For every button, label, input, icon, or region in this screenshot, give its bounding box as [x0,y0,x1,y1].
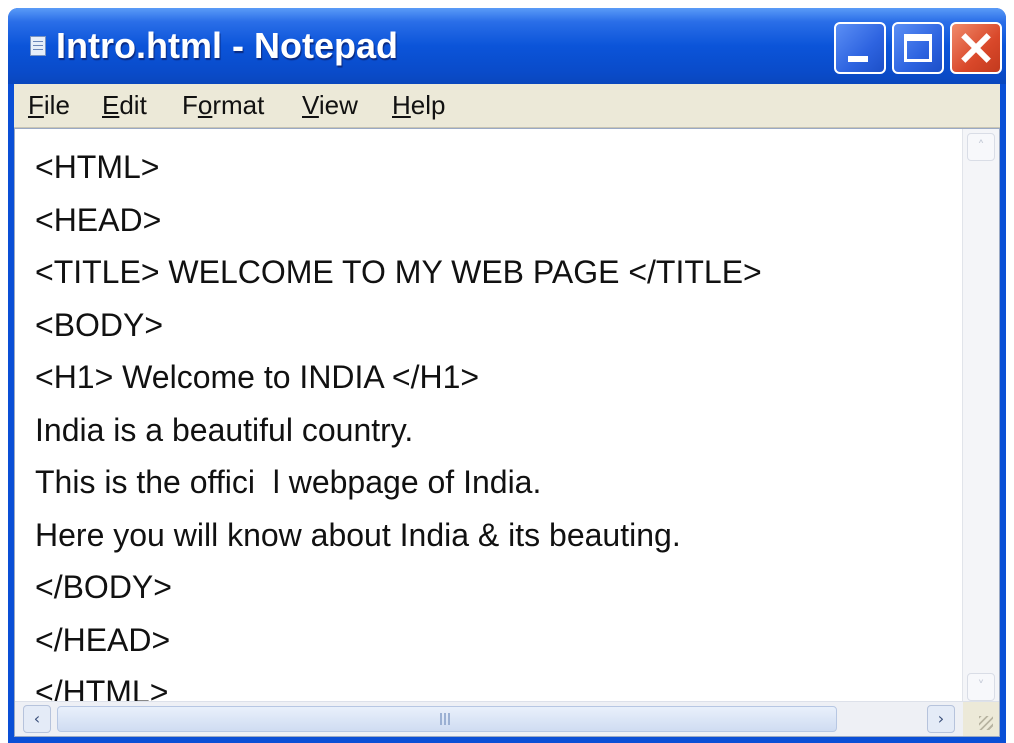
minimize-icon [848,56,868,62]
notepad-window: Intro.html - Notepad File Edit Format Vi… [8,8,1006,743]
scroll-down-button[interactable]: ˅ [967,673,995,701]
code-line: <HEAD> [35,201,162,238]
vertical-scrollbar[interactable]: ˄ ˅ [962,129,999,703]
menu-bar: File Edit Format View Help [14,84,1000,128]
chevron-right-icon: › [937,709,945,728]
menu-edit[interactable]: Edit [102,90,147,120]
code-line: <H1> Welcome to INDIA </H1> [35,359,480,395]
grip-icon [440,713,452,725]
window-title: Intro.html - Notepad [56,25,398,66]
maximize-icon [904,34,932,62]
editor-area[interactable]: <HTML> <HEAD> <TITLE> WELCOME TO MY WEB … [14,128,1000,737]
close-icon [952,24,1000,72]
code-line: <HTML> [35,149,160,185]
chevron-left-icon: ‹ [33,709,41,728]
code-line: <BODY> [35,306,164,343]
code-line: Here you will know about India & its bea… [35,516,681,553]
scroll-right-button[interactable]: › [927,705,955,733]
resize-grip-icon[interactable] [963,702,999,736]
code-line: </BODY> [35,569,172,605]
menu-format-suffix: rmat [212,90,265,120]
menu-file[interactable]: File [28,90,70,120]
code-line: This is the offici l webpage of India. [35,464,542,500]
menu-view[interactable]: View [302,90,358,120]
title-bar[interactable]: Intro.html - Notepad [8,8,1006,84]
code-line: </HTML> [35,674,169,701]
menu-help[interactable]: Help [392,90,445,120]
code-line: India is a beautiful country. [35,411,414,448]
chevron-up-icon: ˄ [977,139,985,155]
code-line: </HEAD> [35,621,171,658]
maximize-button[interactable] [892,22,944,74]
horizontal-scrollbar[interactable]: ‹ › [15,701,999,736]
code-line: <TITLE> WELCOME TO MY WEB PAGE </TITLE> [35,254,762,290]
notepad-icon[interactable] [30,36,46,56]
horizontal-scroll-thumb[interactable] [57,706,837,732]
scroll-left-button[interactable]: ‹ [23,705,51,733]
menu-format[interactable]: Format [182,90,264,120]
menu-format-accel: o [197,90,213,120]
chevron-down-icon: ˅ [977,679,985,695]
close-button[interactable] [950,22,1002,74]
scroll-up-button[interactable]: ˄ [967,133,995,161]
text-content[interactable]: <HTML> <HEAD> <TITLE> WELCOME TO MY WEB … [35,141,965,701]
minimize-button[interactable] [834,22,886,74]
menu-format-prefix: F [182,90,198,120]
